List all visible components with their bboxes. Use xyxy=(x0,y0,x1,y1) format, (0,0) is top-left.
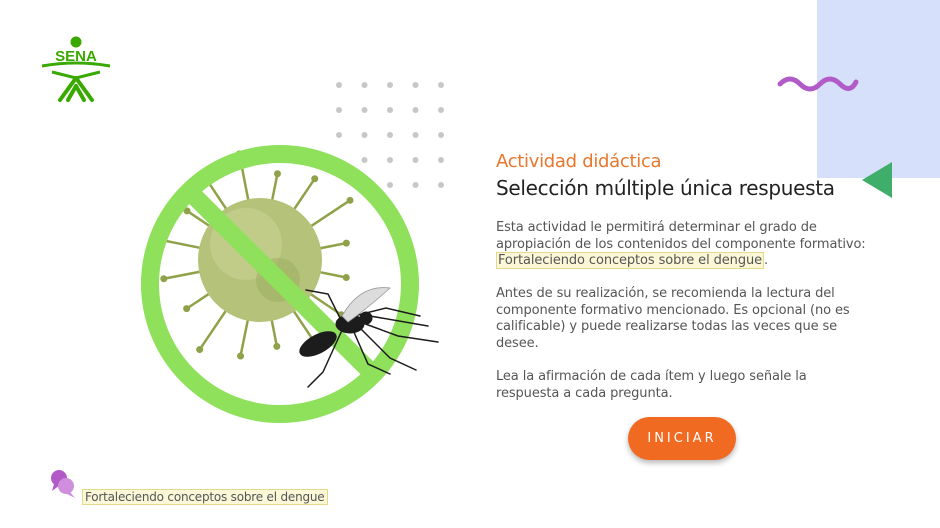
course-title-label[interactable]: Fortaleciendo conceptos sobre el dengue xyxy=(82,489,328,505)
activity-kicker: Actividad didáctica xyxy=(496,151,662,172)
course-link[interactable]: Fortaleciendo conceptos sobre el dengue xyxy=(496,252,765,269)
recommendation-paragraph: Antes de su realización, se recomienda l… xyxy=(496,286,850,351)
prohibition-sign-icon xyxy=(141,145,419,423)
grid-dot xyxy=(361,82,368,88)
grid-dot xyxy=(412,82,419,88)
start-button[interactable]: INICIAR xyxy=(628,417,736,460)
description-end: . xyxy=(764,253,769,268)
grid-dot xyxy=(438,82,444,88)
grid-dot xyxy=(336,82,342,88)
grid-dot xyxy=(387,82,393,88)
squiggle-decoration xyxy=(777,76,859,92)
sena-logo: SENA xyxy=(41,36,111,102)
activity-title: Selección múltiple única respuesta xyxy=(496,176,835,200)
dengue-hero-illustration xyxy=(141,145,439,423)
instructions-paragraph: Lea la afirmación de cada ítem y luego s… xyxy=(496,369,807,401)
triangle-decoration xyxy=(862,162,892,198)
speech-bubbles-icon xyxy=(51,470,75,498)
description-paragraph: Esta actividad le permitirá determinar e… xyxy=(496,220,866,270)
description-text: Esta actividad le permitirá determinar e… xyxy=(496,220,866,252)
